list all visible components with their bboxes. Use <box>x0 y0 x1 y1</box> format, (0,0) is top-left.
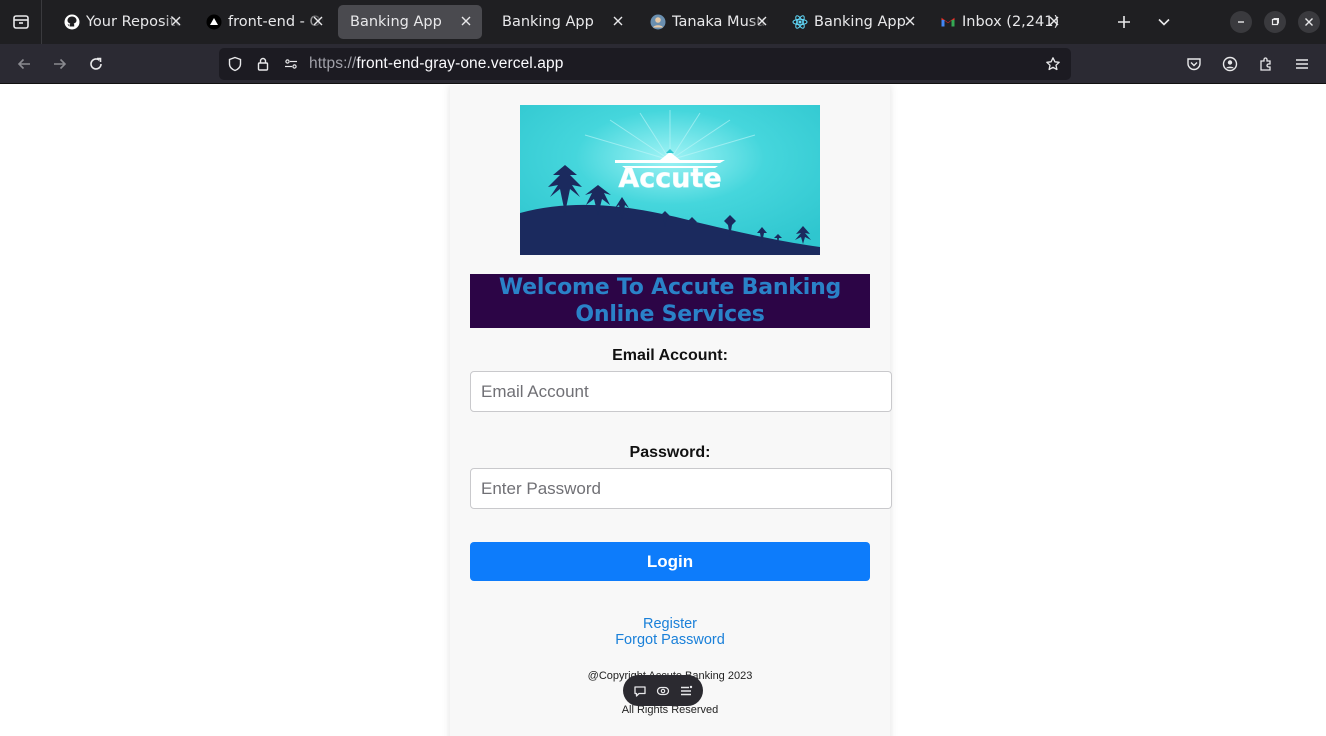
password-input[interactable] <box>470 468 892 509</box>
puzzle-icon <box>1260 57 1271 71</box>
tab-banking-app-react[interactable]: Banking App <box>782 5 926 39</box>
forward-button[interactable] <box>42 48 78 80</box>
close-window-button[interactable] <box>1298 11 1320 33</box>
lock-icon[interactable] <box>249 48 277 80</box>
pocket-button[interactable] <box>1176 48 1212 80</box>
site-permissions-icon[interactable] <box>277 48 305 80</box>
avatar-icon <box>650 14 666 30</box>
tracking-protection-shield-icon[interactable] <box>221 48 249 80</box>
floating-overlay-toolbar <box>623 675 703 706</box>
tab-banking-app[interactable]: Banking App <box>490 5 634 39</box>
login-card: Accute Welcome To Accute Banking Online … <box>450 85 892 736</box>
close-tab-icon[interactable] <box>458 13 474 29</box>
eye-icon[interactable] <box>654 682 672 700</box>
pocket-icon <box>1187 58 1201 71</box>
url-host: front-end-gray-one.vercel.app <box>356 55 564 72</box>
tab-banking-app-active[interactable]: Banking App <box>338 5 482 39</box>
close-icon <box>1305 18 1313 26</box>
account-icon <box>1222 56 1238 72</box>
arrow-left-icon <box>17 58 30 69</box>
extensions-button[interactable] <box>1248 48 1284 80</box>
close-tab-icon[interactable] <box>754 13 770 29</box>
navigation-toolbar: https://front-end-gray-one.vercel.app <box>0 44 1326 84</box>
register-link[interactable]: Register <box>470 616 870 632</box>
new-tab-button[interactable] <box>1113 11 1135 33</box>
comment-icon[interactable] <box>631 682 649 700</box>
tab-overview-button[interactable] <box>0 0 42 44</box>
hamburger-menu-icon <box>1296 59 1308 69</box>
account-button[interactable] <box>1212 48 1248 80</box>
page-viewport: Accute Welcome To Accute Banking Online … <box>0 85 1326 736</box>
bookmark-star-icon[interactable] <box>1039 48 1067 80</box>
tab-title: Banking App <box>502 14 594 30</box>
list-icon[interactable] <box>677 682 695 700</box>
url-text: https://front-end-gray-one.vercel.app <box>309 55 563 73</box>
minimize-icon <box>1238 21 1244 23</box>
back-button[interactable] <box>6 48 42 80</box>
reload-button[interactable] <box>78 48 114 80</box>
vercel-icon <box>206 14 222 30</box>
minimize-button[interactable] <box>1230 11 1252 33</box>
menu-button[interactable] <box>1284 48 1320 80</box>
password-label: Password: <box>629 444 711 461</box>
tab-overview-icon <box>12 15 29 29</box>
react-icon <box>792 14 808 30</box>
close-tab-icon[interactable] <box>310 13 326 29</box>
email-label: Email Account: <box>612 347 728 364</box>
close-tab-icon[interactable] <box>902 13 918 29</box>
tab-tanaka-musungare[interactable]: Tanaka Musungare <box>640 5 778 39</box>
address-bar[interactable]: https://front-end-gray-one.vercel.app <box>219 48 1071 80</box>
close-tab-icon[interactable] <box>610 13 626 29</box>
chevron-down-icon <box>1158 18 1170 26</box>
restore-icon <box>1271 18 1279 26</box>
close-tab-icon[interactable] <box>168 13 184 29</box>
close-tab-icon[interactable] <box>1046 13 1062 29</box>
tab-title: Banking App <box>814 14 906 30</box>
tab-strip: Your Repositories front-end - Overview B… <box>0 0 1326 44</box>
list-all-tabs-button[interactable] <box>1153 11 1175 33</box>
restore-button[interactable] <box>1264 11 1286 33</box>
github-icon <box>64 14 80 30</box>
tab-title: Banking App <box>350 14 442 30</box>
welcome-heading: Welcome To Accute Banking Online Service… <box>470 274 870 328</box>
logo-text: Accute <box>618 163 721 194</box>
arrow-right-icon <box>54 58 67 69</box>
reload-icon <box>90 57 102 70</box>
login-button[interactable]: Login <box>470 542 870 581</box>
accute-logo-image: Accute <box>520 105 820 255</box>
tab-your-repositories[interactable]: Your Repositories <box>54 5 192 39</box>
url-scheme: https:// <box>309 55 357 72</box>
tab-front-end-overview[interactable]: front-end - Overview <box>196 5 334 39</box>
plus-icon <box>1118 16 1130 28</box>
gmail-icon <box>940 14 956 30</box>
email-input[interactable] <box>470 371 892 412</box>
tab-gmail-inbox[interactable]: Inbox (2,241) <box>930 5 1070 39</box>
forgot-password-link[interactable]: Forgot Password <box>470 632 870 648</box>
